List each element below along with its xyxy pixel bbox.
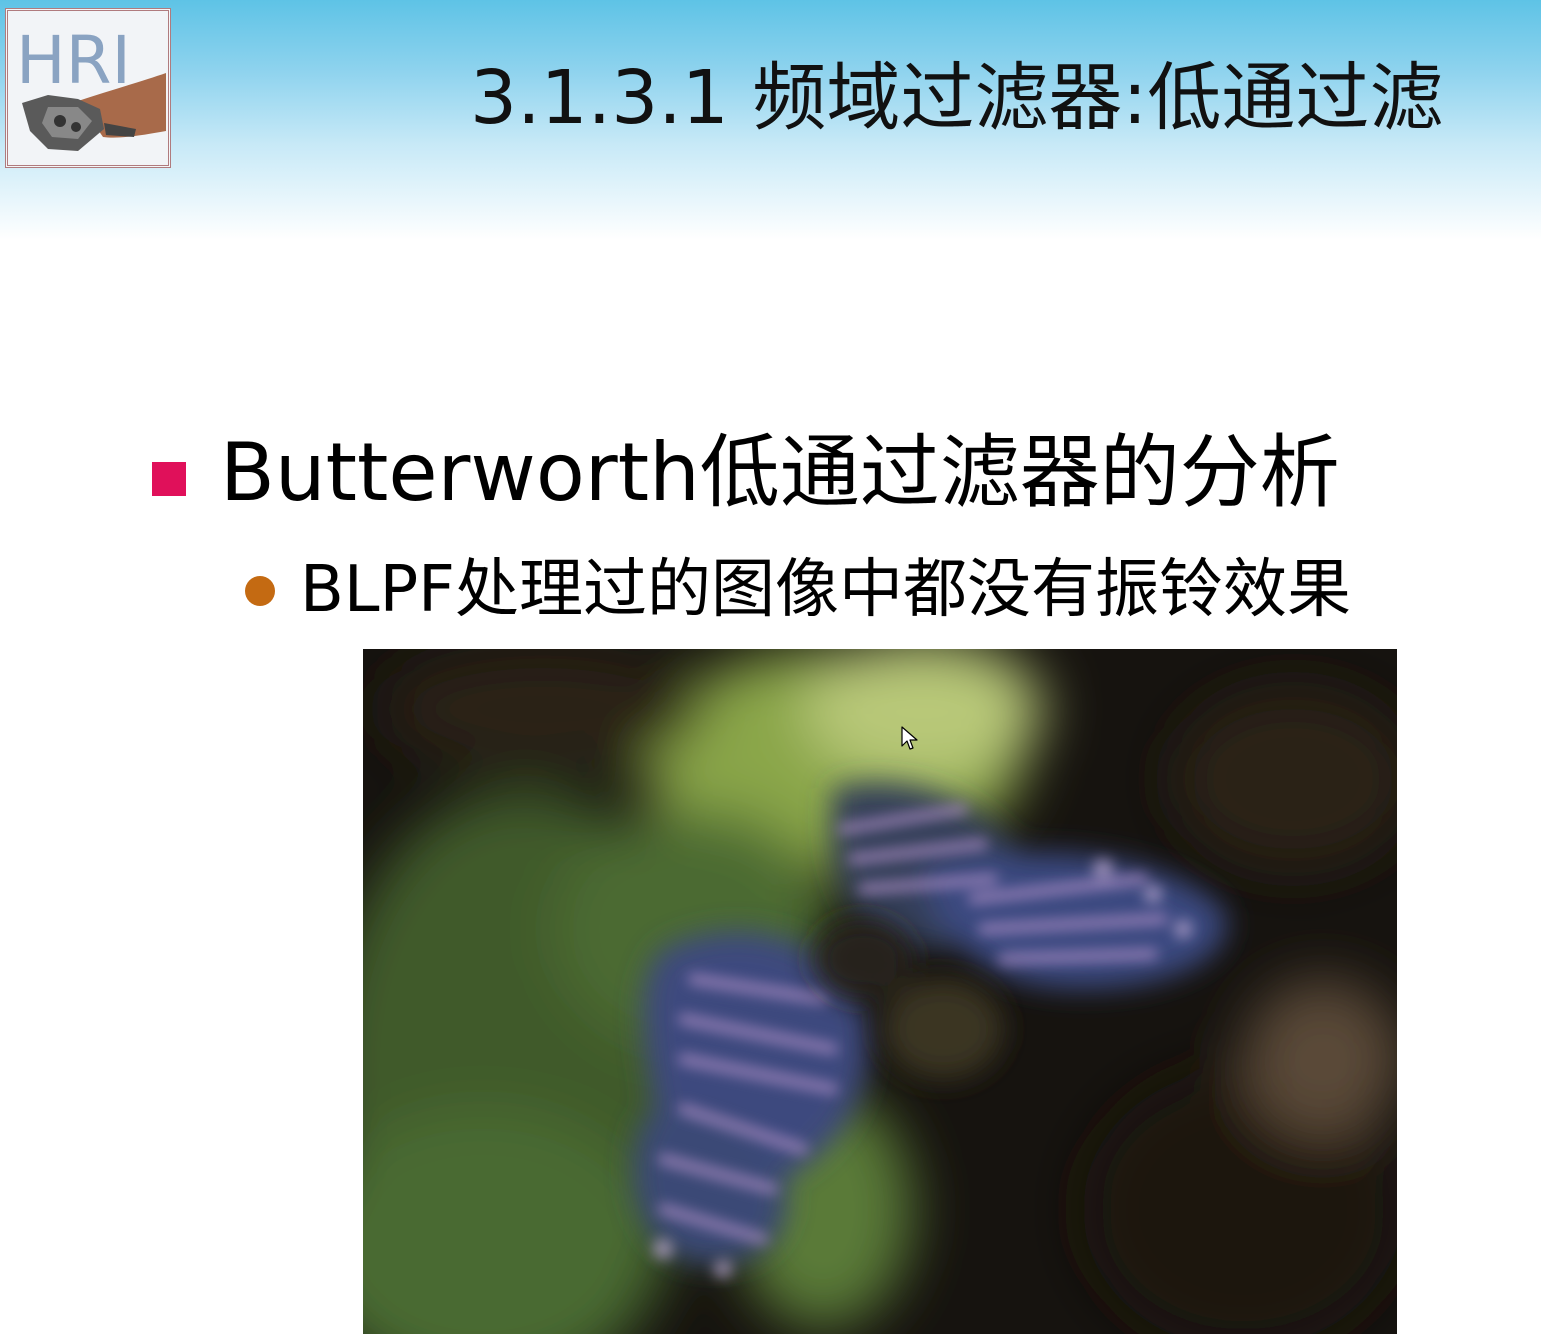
slide: HRI 3.1.3.1 频域过滤器:低通过滤 Butterworth低通过滤器的… (0, 0, 1541, 1334)
logo-text: HRI (16, 22, 131, 99)
hri-logo-icon: HRI (5, 8, 171, 168)
bullet-level1-text: Butterworth低通过滤器的分析 (220, 426, 1340, 519)
mouse-pointer-icon (901, 726, 918, 750)
slide-title: 3.1.3.1 频域过滤器:低通过滤 (470, 55, 1444, 141)
bullet-level2-text: BLPF处理过的图像中都没有振铃效果 (300, 553, 1351, 627)
blurred-butterfly-image (363, 649, 1397, 1334)
bullet-level2: BLPF处理过的图像中都没有振铃效果 (240, 545, 1530, 635)
bullet-level1: Butterworth低通过滤器的分析 (150, 418, 1530, 528)
logo-graphic: HRI (8, 11, 168, 165)
square-bullet-icon (152, 462, 186, 496)
round-bullet-icon (245, 576, 275, 606)
